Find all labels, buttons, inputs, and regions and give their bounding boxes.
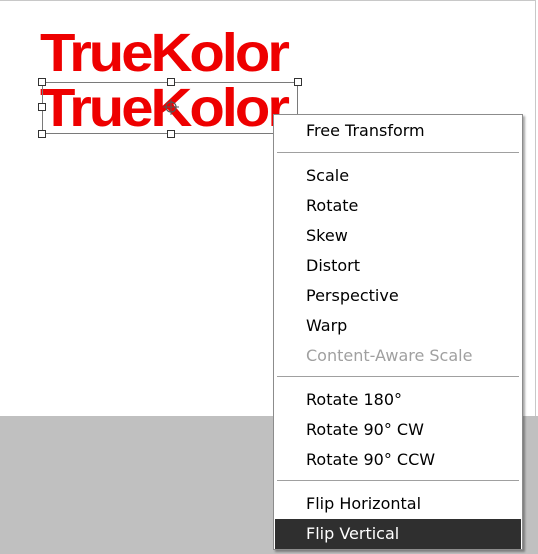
menu-item-free-transform[interactable]: Free Transform (275, 116, 521, 146)
menu-separator (277, 480, 519, 481)
menu-separator (277, 152, 519, 153)
transform-handle-middle-left[interactable] (38, 103, 46, 111)
text-layer-original: TrueKolor (40, 23, 290, 84)
menu-item-rotate-90-cw[interactable]: Rotate 90° CW (275, 415, 521, 445)
transform-handle-top-left[interactable] (38, 78, 46, 86)
transform-handle-bottom-left[interactable] (38, 130, 46, 138)
menu-item-rotate-180[interactable]: Rotate 180° (275, 385, 521, 415)
transform-context-menu: Free Transform Scale Rotate Skew Distort… (273, 114, 523, 550)
menu-item-scale[interactable]: Scale (275, 161, 521, 191)
menu-item-perspective[interactable]: Perspective (275, 281, 521, 311)
menu-item-skew[interactable]: Skew (275, 221, 521, 251)
transform-handle-top-right[interactable] (294, 78, 302, 86)
menu-item-flip-horizontal[interactable]: Flip Horizontal (275, 489, 521, 519)
menu-item-content-aware-scale: Content-Aware Scale (306, 346, 473, 365)
transform-handle-bottom-middle[interactable] (167, 130, 175, 138)
transform-handle-top-middle[interactable] (167, 78, 175, 86)
menu-item-distort[interactable]: Distort (275, 251, 521, 281)
transform-reference-point-icon[interactable] (163, 99, 179, 115)
menu-item-rotate[interactable]: Rotate (275, 191, 521, 221)
menu-item-flip-vertical[interactable]: Flip Vertical (275, 519, 521, 549)
menu-item-rotate-90-ccw[interactable]: Rotate 90° CCW (275, 445, 521, 475)
menu-item-warp[interactable]: Warp (275, 311, 521, 341)
menu-separator (277, 376, 519, 377)
